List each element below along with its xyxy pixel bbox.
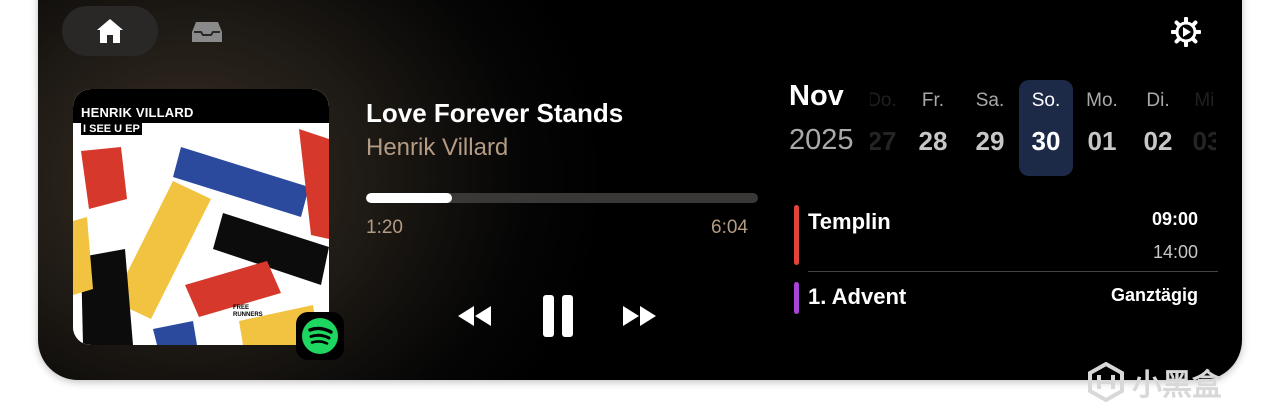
tray-icon	[192, 22, 222, 42]
calendar-day[interactable]: Sa. 29	[963, 80, 1017, 176]
day-weekday: Fr.	[921, 90, 945, 111]
event-end-time: 14:00	[1152, 242, 1198, 262]
day-weekday: Sa.	[975, 90, 1005, 111]
day-date: 29	[975, 126, 1005, 156]
day-date: 02	[1143, 126, 1173, 156]
day-weekday: Mi.	[1194, 90, 1216, 111]
progress-fill	[366, 193, 453, 203]
day-weekday: So.	[1031, 90, 1061, 111]
day-date: 30	[1031, 126, 1061, 156]
heybox-logo-icon	[1088, 362, 1124, 402]
calendar-day-selected[interactable]: So. 30	[1019, 80, 1073, 176]
event-divider	[808, 271, 1218, 272]
pause-icon	[543, 295, 573, 337]
calendar-day[interactable]: Mi. 03	[1180, 80, 1216, 176]
track-title: Love Forever Stands	[366, 98, 624, 128]
day-weekday: Do.	[870, 90, 897, 111]
elapsed-time: 1:20	[366, 217, 403, 238]
event-color-bar	[794, 205, 799, 265]
calendar-day[interactable]: Fr. 28	[906, 80, 960, 176]
day-weekday: Di.	[1146, 90, 1170, 111]
watermark-text: 小黑盒	[1132, 369, 1222, 402]
day-date: 28	[918, 126, 948, 156]
event-title: Templin	[808, 209, 891, 234]
calendar-day[interactable]: Mo. 01	[1075, 80, 1129, 176]
spotify-icon	[302, 318, 338, 354]
spotify-source-button[interactable]	[296, 312, 344, 360]
tab-tray[interactable]	[182, 12, 232, 52]
day-date: 01	[1087, 126, 1117, 156]
calendar-day-strip[interactable]: Do. 27 Fr. 28 Sa. 29 So. 30 Mo. 01 Di. 0…	[870, 78, 1216, 178]
track-artist: Henrik Villard	[366, 134, 509, 161]
event-title: 1. Advent	[808, 284, 907, 309]
fast-forward-icon	[623, 306, 656, 326]
calendar-month: Nov	[789, 80, 844, 112]
day-date: 03	[1192, 126, 1216, 156]
album-ep-text: I SEE U EP	[81, 123, 142, 135]
album-artist-text: HENRIK VILLARD	[81, 105, 194, 120]
watermark: 小黑盒	[1088, 360, 1222, 404]
home-icon	[97, 19, 123, 43]
fast-forward-button[interactable]	[614, 296, 664, 336]
album-art[interactable]: HENRIK VILLARD I SEE U EP FREE RUNNERS	[73, 89, 329, 345]
event-all-day: Ganztägig	[1110, 285, 1198, 305]
event-color-bar	[794, 282, 799, 314]
rewind-icon	[458, 306, 491, 326]
event-item[interactable]: Templin 09:00 14:00	[794, 205, 1204, 267]
media-calendar-widget: HENRIK VILLARD I SEE U EP FREE RUNNERS L…	[38, 0, 1242, 380]
day-date: 27	[870, 126, 897, 156]
rewind-button[interactable]	[450, 296, 500, 336]
total-time: 6:04	[711, 217, 748, 238]
event-item[interactable]: 1. Advent Ganztägig	[794, 282, 1204, 316]
pause-button[interactable]	[533, 290, 583, 342]
gear-icon	[1171, 17, 1201, 47]
calendar-day[interactable]: Do. 27	[870, 80, 909, 176]
tab-home[interactable]	[62, 6, 158, 56]
settings-button[interactable]	[1166, 12, 1206, 52]
calendar-year: 2025	[789, 124, 854, 156]
event-start-time: 09:00	[1151, 209, 1198, 229]
album-credit-text: FREE RUNNERS	[233, 305, 263, 318]
playback-progress-bar[interactable]	[366, 193, 758, 203]
calendar-day[interactable]: Di. 02	[1131, 80, 1185, 176]
day-weekday: Mo.	[1086, 90, 1118, 111]
